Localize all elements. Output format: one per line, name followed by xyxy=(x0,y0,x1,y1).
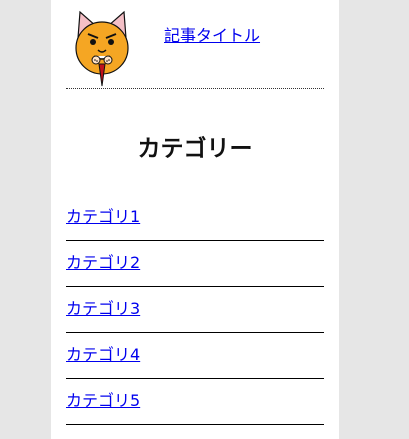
category-link-2[interactable]: カテゴリ2 xyxy=(66,249,140,273)
article-title-link[interactable]: 記事タイトル xyxy=(164,22,260,46)
category-heading: カテゴリー xyxy=(137,136,253,162)
category-link-3[interactable]: カテゴリ3 xyxy=(66,295,140,319)
category-link-5[interactable]: カテゴリ5 xyxy=(66,387,140,411)
cat-face-icon xyxy=(75,10,129,87)
category-link-1[interactable]: カテゴリ1 xyxy=(66,203,140,227)
article-thumbnail[interactable] xyxy=(72,8,132,88)
list-item: カテゴリ2 xyxy=(66,241,324,287)
list-item: カテゴリ4 xyxy=(66,333,324,379)
category-list: カテゴリ1 カテゴリ2 カテゴリ3 カテゴリ4 カテゴリ5 xyxy=(66,195,324,425)
list-item: カテゴリ3 xyxy=(66,287,324,333)
list-item: カテゴリ1 xyxy=(66,195,324,241)
article-card: 記事タイトル xyxy=(66,0,324,89)
category-link-4[interactable]: カテゴリ4 xyxy=(66,341,140,365)
list-item: カテゴリ5 xyxy=(66,379,324,425)
content-panel: 記事タイトル カテゴリー カテゴリ1 カテゴリ2 カテゴリ3 カテゴリ4 カテゴ… xyxy=(51,0,339,439)
